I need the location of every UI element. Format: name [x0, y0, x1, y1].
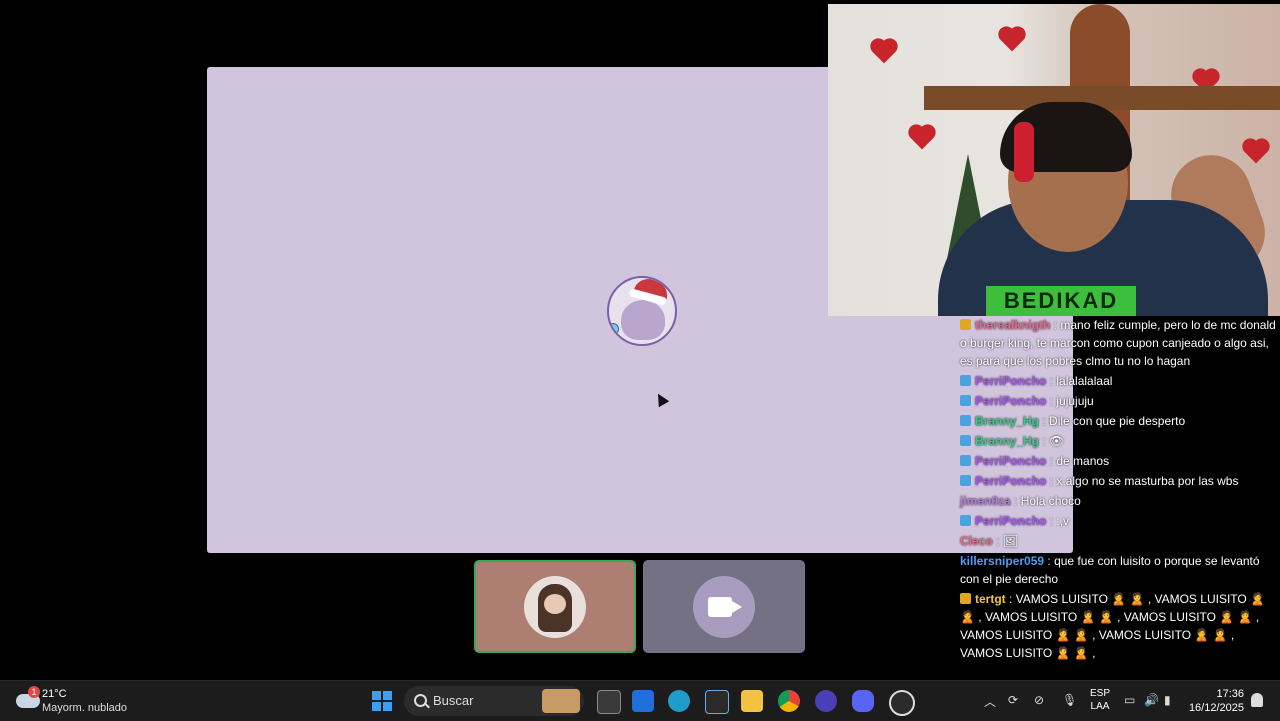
file-explorer-icon[interactable] [741, 690, 763, 712]
glasses-icon [609, 322, 631, 344]
windows-taskbar: 1 21°C Mayorm. nublado Buscar ︿ ⟳ ⊘ 🎙 ES… [0, 680, 1280, 721]
chat-username[interactable]: therealknigth [975, 318, 1050, 332]
chat-text: x algo no se masturba por las wbs [1056, 474, 1239, 488]
chat-message: Branny_Hg : Dile con que pie desperto [960, 412, 1276, 430]
chat-badge-icon [960, 435, 971, 446]
microphone-icon[interactable]: 🎙 [1062, 693, 1077, 707]
chat-badge-icon [960, 319, 971, 330]
chat-text: 👁 [1049, 434, 1065, 448]
chat-username[interactable]: PerriPoncho [975, 374, 1046, 388]
participant-tile-1[interactable] [474, 560, 636, 653]
outlook-icon[interactable] [632, 690, 654, 712]
app-o-icon[interactable] [815, 690, 837, 712]
chat-message: tertgt : VAMOS LUISITO 🙎 🙎 , VAMOS LUISI… [960, 592, 1266, 660]
taskbar-search[interactable]: Buscar [404, 686, 584, 716]
chat-username[interactable]: Branny_Hg [975, 414, 1039, 428]
camera-icon [708, 596, 732, 617]
chat-text: lalalalalaal [1056, 374, 1113, 388]
weather-description: Mayorm. nublado [42, 702, 127, 714]
chat-username[interactable]: PerriPoncho [975, 454, 1046, 468]
input-language[interactable]: ESP LAA [1090, 687, 1110, 713]
chat-message: Cleco : 🖼 [960, 534, 1018, 548]
chat-badge-icon [960, 515, 971, 526]
chat-username[interactable]: tertgt [975, 592, 1006, 606]
chat-message: therealknigth : mano feliz cumple, pero … [960, 318, 1276, 368]
search-highlight-image [542, 689, 580, 713]
chat-text: :,v [1056, 514, 1070, 528]
shirt-print: BEDIKAD [986, 286, 1136, 316]
network-off-icon[interactable]: ⊘ [1034, 693, 1044, 707]
chat-text: 🖼 [1002, 534, 1018, 548]
headphones-icon [1014, 122, 1034, 182]
edge-icon[interactable] [668, 690, 690, 712]
participant-avatar [524, 575, 586, 638]
discord-icon[interactable] [852, 690, 874, 712]
clock-date: 16/12/2025 [1188, 702, 1244, 714]
chat-message: Branny_Hg : 👁 [960, 432, 1276, 450]
chat-message: PerriPoncho : :,v [960, 512, 1276, 530]
chat-badge-icon [960, 455, 971, 466]
chat-badge-icon [960, 395, 971, 406]
chat-message: PerriPoncho : de manos [960, 452, 1276, 470]
chat-message: PerriPoncho : x algo no se masturba por … [960, 472, 1276, 490]
chat-message: jimen0za : Hola choco [960, 494, 1081, 508]
chat-badge-icon [960, 593, 971, 604]
chat-message: PerriPoncho : jujujuju [960, 392, 1276, 410]
chrome-icon[interactable] [778, 690, 800, 712]
chat-overlay: therealknigth : mano feliz cumple, pero … [960, 316, 1276, 664]
weather-widget[interactable]: 1 21°C Mayorm. nublado [14, 686, 154, 716]
start-button[interactable] [372, 691, 392, 711]
chat-badge-icon [960, 475, 971, 486]
chat-username[interactable]: killersniper059 [960, 554, 1044, 568]
chat-username[interactable]: Cleco [960, 534, 993, 548]
notification-badge: 1 [28, 686, 40, 698]
tray-expand-icon[interactable]: ︿ [984, 693, 996, 710]
obs-icon[interactable] [889, 690, 915, 716]
chat-badge-icon [960, 415, 971, 426]
chat-text: de manos [1056, 454, 1110, 468]
task-view-icon[interactable] [597, 690, 621, 714]
sync-icon[interactable]: ⟳ [1008, 693, 1018, 707]
chat-username[interactable]: PerriPoncho [975, 394, 1046, 408]
chat-username[interactable]: PerriPoncho [975, 474, 1046, 488]
battery-icon[interactable]: ▮ [1164, 693, 1171, 707]
lang-layout: LAA [1090, 701, 1110, 712]
chat-text: jujujuju [1056, 394, 1094, 408]
notification-bell-icon[interactable] [1251, 693, 1263, 707]
chat-username[interactable]: jimen0za [960, 494, 1011, 508]
chat-text: Dile con que pie desperto [1049, 414, 1186, 428]
chat-message: PerriPoncho : lalalalalaal [960, 372, 1276, 390]
display-icon[interactable]: ▭ [1124, 693, 1135, 707]
clock-time: 17:36 [1216, 688, 1244, 700]
system-clock[interactable]: 17:36 16/12/2025 [1176, 687, 1244, 715]
volume-icon[interactable]: 🔊 [1144, 693, 1159, 707]
search-icon [414, 694, 427, 707]
lang-code: ESP [1090, 688, 1111, 699]
weather-temp: 21°C [42, 688, 67, 700]
participant-tile-2[interactable] [643, 560, 805, 653]
chat-badge-icon [960, 375, 971, 386]
mouse-cursor-icon [652, 390, 670, 408]
active-speaker-avatar [607, 276, 677, 346]
chat-text: Hola choco [1020, 494, 1081, 508]
search-label: Buscar [433, 693, 474, 708]
chat-username[interactable]: Branny_Hg [975, 434, 1039, 448]
chat-message: killersniper059 : que fue con luisito o … [960, 554, 1260, 586]
streamer-webcam: BEDIKAD [828, 4, 1280, 316]
chat-username[interactable]: PerriPoncho [975, 514, 1046, 528]
store-icon[interactable] [705, 690, 729, 714]
